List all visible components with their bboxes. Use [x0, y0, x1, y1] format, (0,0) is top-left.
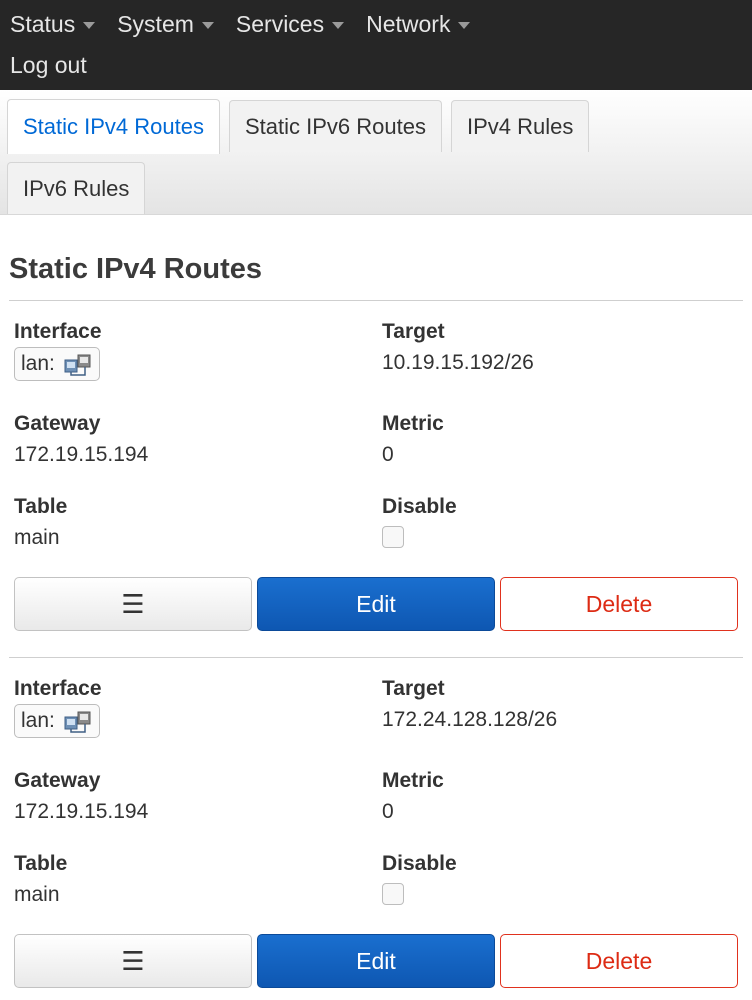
table-label: Table: [14, 495, 68, 518]
hamburger-icon: ☰: [121, 588, 145, 619]
edit-button[interactable]: Edit: [257, 577, 495, 631]
reorder-menu-button[interactable]: ☰: [14, 934, 252, 988]
menu-services[interactable]: Services: [235, 10, 345, 38]
target-value: 10.19.15.192/26: [382, 351, 534, 374]
delete-button[interactable]: Delete: [500, 577, 738, 631]
delete-button[interactable]: Delete: [500, 934, 738, 988]
metric-value: 0: [382, 443, 394, 466]
menu-network[interactable]: Network: [366, 10, 471, 38]
caret-down-icon: [201, 21, 214, 29]
hamburger-icon: ☰: [121, 945, 145, 976]
tab-ipv6-rules[interactable]: IPv6 Rules: [7, 162, 146, 214]
interface-value: lan:: [21, 709, 55, 732]
tab-ipv4-rules[interactable]: IPv4 Rules: [450, 100, 590, 152]
gateway-value: 172.19.15.194: [14, 800, 149, 823]
interface-badge: lan:: [14, 347, 100, 381]
route-entry: Interface lan: Target 10.19.15.192/26 Ga…: [9, 301, 743, 631]
route-entry: Interface lan: Target 172.24.128.128/26: [9, 657, 743, 988]
metric-value: 0: [382, 800, 394, 823]
interface-label: Interface: [14, 320, 102, 343]
interface-badge: lan:: [14, 704, 100, 738]
target-label: Target: [382, 320, 445, 343]
reorder-menu-button[interactable]: ☰: [14, 577, 252, 631]
interface-label: Interface: [14, 677, 102, 700]
disable-checkbox[interactable]: [382, 526, 404, 548]
table-value: main: [14, 883, 60, 906]
metric-label: Metric: [382, 412, 444, 435]
disable-checkbox[interactable]: [382, 883, 404, 905]
tab-row-1: Static IPv4 Routes Static IPv6 Routes IP…: [0, 99, 752, 154]
gateway-value: 172.19.15.194: [14, 443, 149, 466]
menu-status[interactable]: Status: [10, 10, 96, 38]
main-content: Static IPv4 Routes Interface lan: Target…: [0, 253, 752, 988]
top-navbar: Status System Services Network Log out: [0, 0, 752, 90]
route-actions: ☰ Edit Delete: [14, 577, 738, 631]
menu-network-label: Network: [366, 10, 451, 37]
page-title: Static IPv4 Routes: [9, 253, 743, 301]
table-value: main: [14, 526, 60, 549]
tab-static-ipv6-routes[interactable]: Static IPv6 Routes: [228, 100, 442, 152]
network-interface-icon: [64, 711, 91, 733]
main-menu: Status System Services Network: [10, 0, 742, 48]
gateway-label: Gateway: [14, 769, 101, 792]
tab-row-2: IPv6 Rules: [0, 162, 752, 214]
gateway-label: Gateway: [14, 412, 101, 435]
menu-status-label: Status: [10, 10, 76, 37]
menu-system-label: System: [117, 10, 194, 37]
network-interface-icon: [64, 354, 91, 376]
caret-down-icon: [458, 21, 471, 29]
caret-down-icon: [332, 21, 345, 29]
tab-static-ipv4-routes[interactable]: Static IPv4 Routes: [7, 99, 220, 154]
disable-label: Disable: [382, 495, 457, 518]
route-actions: ☰ Edit Delete: [14, 934, 738, 988]
tab-bar: Static IPv4 Routes Static IPv6 Routes IP…: [0, 90, 752, 215]
disable-label: Disable: [382, 852, 457, 875]
target-value: 172.24.128.128/26: [382, 708, 558, 731]
menu-services-label: Services: [235, 10, 325, 37]
edit-button[interactable]: Edit: [257, 934, 495, 988]
table-label: Table: [14, 852, 68, 875]
logout-link[interactable]: Log out: [10, 52, 87, 79]
target-label: Target: [382, 677, 445, 700]
caret-down-icon: [83, 21, 96, 29]
metric-label: Metric: [382, 769, 444, 792]
interface-value: lan:: [21, 352, 55, 375]
menu-system[interactable]: System: [117, 11, 214, 38]
